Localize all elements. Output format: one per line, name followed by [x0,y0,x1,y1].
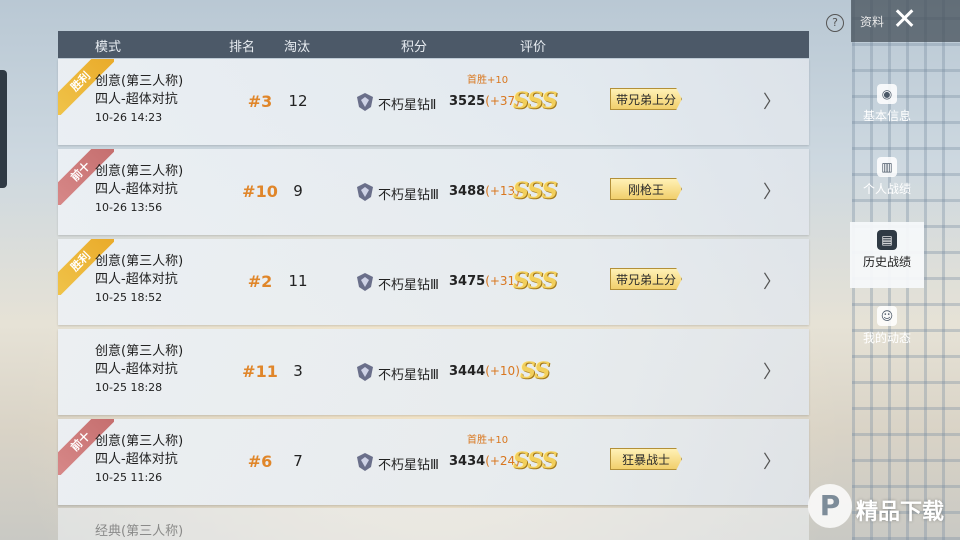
chevron-right-icon[interactable]: 〉 [763,448,781,474]
chevron-right-icon[interactable]: 〉 [763,88,781,114]
profile-label: 资料 [860,15,885,29]
match-row[interactable]: 胜利 创意(第三人称) 四人-超体对抗 10-26 14:23 #3 12 不朽星钻… [58,59,809,145]
chevron-right-icon[interactable]: 〉 [763,178,781,204]
match-kills: 7 [293,452,303,470]
sidebar-item-history[interactable]: ▤ 历史战绩 [850,222,924,288]
watermark-logo: P [808,484,852,528]
title-tag: 刚枪王 [610,178,682,200]
match-row[interactable]: 创意(第三人称) 四人-超体对抗 10-25 18:28 #11 3 不朽星钻Ⅲ 3… [58,329,809,415]
grade-badge: SSS [513,268,558,294]
match-row[interactable]: 前十 创意(第三人称) 四人-超体对抗 10-26 13:56 #10 9 不朽星钻… [58,149,809,235]
watermark-text: 精品下载 [856,500,945,525]
header-kills: 淘汰 [284,40,311,55]
match-mode: 创意(第三人称) 四人-超体对抗 10-25 11:26 [95,434,184,484]
sidebar-item-moments[interactable]: ☺ 我的动态 [850,306,924,372]
title-tag: 带兄弟上分 [610,268,682,290]
title-tag: 带兄弟上分 [610,88,682,110]
header-mode: 模式 [95,40,122,55]
moments-icon: ☺ [877,306,897,326]
help-icon[interactable]: ? [826,14,844,32]
match-mode: 创意(第三人称) 四人-超体对抗 10-25 18:28 [95,344,184,394]
tier-badge-icon [357,453,373,471]
profile-icon: ◉ [877,84,897,104]
tier-badge-icon [357,93,373,111]
match-kills: 12 [288,92,308,110]
match-mode: 创意(第三人称) 四人-超体对抗 10-25 18:52 [95,254,184,304]
tier-badge-icon [357,363,373,381]
tier-name: 不朽星钻Ⅲ [378,188,439,203]
close-icon[interactable]: ✕ [892,2,917,38]
match-row[interactable]: 前十 创意(第三人称) 四人-超体对抗 10-25 11:26 #6 7 不朽星钻Ⅲ… [58,419,809,505]
title-tag: 狂暴战士 [610,448,682,470]
tier-name: 不朽星钻Ⅲ [378,368,439,383]
chevron-right-icon[interactable]: 〉 [763,358,781,384]
score: 3475(+31) [449,274,520,289]
first-win-bonus: 首胜+10 [467,435,509,446]
left-edge-tab[interactable] [0,70,7,188]
match-kills: 11 [288,272,308,290]
score: 3434(+24) [449,454,520,469]
score: 3444(+10) [449,364,520,379]
grade-badge: SSS [513,88,558,114]
sidebar-item-personal-stats[interactable]: ▥ 个人战绩 [850,157,924,223]
sidebar-item-basic-info[interactable]: ◉ 基本信息 [850,84,924,150]
match-kills: 9 [293,182,303,200]
history-icon: ▤ [877,230,897,250]
stats-icon: ▥ [877,157,897,177]
grade-badge: SS [520,358,550,384]
first-win-bonus: 首胜+10 [467,75,509,86]
header-points: 积分 [401,40,428,55]
match-row[interactable]: 胜利 创意(第三人称) 四人-超体对抗 10-25 18:52 #2 11 不朽星钻… [58,239,809,325]
tier-badge-icon [357,273,373,291]
header-rating: 评价 [520,40,547,55]
tier-name: 不朽星钻Ⅲ [378,278,439,293]
match-mode: 创意(第三人称) 四人-超体对抗 10-26 13:56 [95,164,184,214]
score: 3488(+13) [449,184,520,199]
grade-badge: SSS [513,178,558,204]
match-mode: 创意(第三人称) 四人-超体对抗 10-26 14:23 [95,74,184,124]
tier-name: 不朽星钻Ⅲ [378,458,439,473]
watermark: P 精品下载 [808,484,958,534]
table-header: 模式 排名 淘汰 积分 评价 [58,31,809,58]
match-kills: 3 [293,362,303,380]
tier-badge-icon [357,183,373,201]
tier-name: 不朽星钻Ⅱ [378,98,437,113]
score: 3525(+37) [449,94,520,109]
header-rank: 排名 [229,40,256,55]
chevron-right-icon[interactable]: 〉 [763,268,781,294]
grade-badge: SSS [513,448,558,474]
partial-match-row[interactable]: 经典(第三人称) [58,508,809,540]
